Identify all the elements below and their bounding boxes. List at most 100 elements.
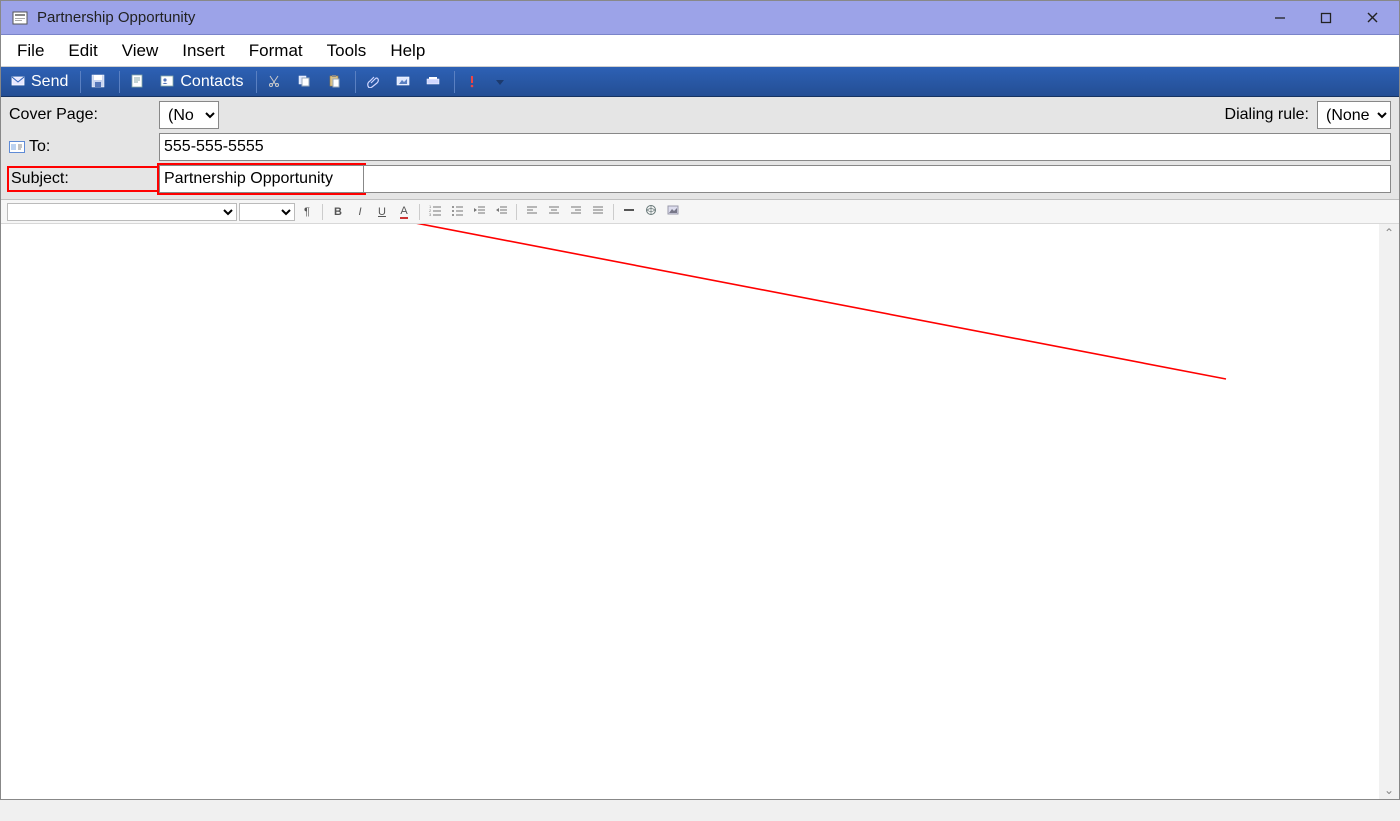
align-right-button[interactable] (566, 203, 586, 221)
fmt-separator (613, 204, 614, 220)
insert-link-button[interactable] (641, 203, 661, 221)
number-list-icon: 123 (429, 204, 441, 219)
font-family-select[interactable] (7, 203, 237, 221)
indent-icon (495, 204, 507, 219)
send-button[interactable]: Send (5, 69, 74, 95)
compose-fax-window: Partnership Opportunity File Edit View I… (0, 0, 1400, 800)
to-field[interactable] (159, 133, 1391, 161)
italic-icon: I (358, 206, 361, 218)
send-icon (11, 74, 27, 90)
font-para-button[interactable]: ¶ (297, 203, 317, 221)
bullet-list-icon (451, 204, 463, 219)
bullet-list-button[interactable] (447, 203, 467, 221)
paragraph-icon: ¶ (304, 206, 310, 218)
fmt-separator (516, 204, 517, 220)
dialing-rule-select[interactable]: (None (1317, 101, 1391, 129)
menu-edit[interactable]: Edit (56, 37, 109, 65)
app-icon (9, 7, 31, 29)
cover-page-select[interactable]: (No (159, 101, 219, 129)
insert-hr-button[interactable] (619, 203, 639, 221)
bold-icon: B (334, 206, 342, 218)
outdent-icon (473, 204, 485, 219)
main-toolbar: Send Contacts (1, 67, 1399, 97)
cut-icon (267, 74, 283, 90)
to-label: To: (9, 138, 159, 156)
message-body-area: ⌃ ⌄ (1, 224, 1399, 799)
minimize-button[interactable] (1257, 2, 1303, 34)
align-center-button[interactable] (544, 203, 564, 221)
page-icon (130, 74, 146, 90)
svg-text:3: 3 (429, 212, 432, 216)
hr-icon (623, 204, 635, 219)
title-bar: Partnership Opportunity (1, 1, 1399, 35)
toolbar-separator (256, 71, 257, 93)
align-left-icon (526, 204, 538, 219)
subject-field[interactable] (159, 165, 364, 193)
subject-field-extension[interactable] (364, 165, 1391, 193)
toolbar-dropdown-button[interactable] (489, 69, 517, 95)
align-center-icon (548, 204, 560, 219)
italic-button[interactable]: I (350, 203, 370, 221)
picture-icon (396, 74, 412, 90)
number-list-button[interactable]: 123 (425, 203, 445, 221)
link-icon (645, 204, 657, 219)
menu-format[interactable]: Format (237, 37, 315, 65)
message-body[interactable] (9, 228, 1377, 791)
priority-icon (465, 74, 481, 90)
align-right-icon (570, 204, 582, 219)
contacts-button[interactable]: Contacts (154, 69, 249, 95)
close-button[interactable] (1349, 2, 1395, 34)
contacts-icon (160, 74, 176, 90)
menu-bar: File Edit View Insert Format Tools Help (1, 35, 1399, 67)
menu-help[interactable]: Help (378, 37, 437, 65)
bold-button[interactable]: B (328, 203, 348, 221)
dialing-rule-label: Dialing rule: (1225, 106, 1309, 124)
vertical-scrollbar[interactable]: ⌃ ⌄ (1379, 224, 1399, 799)
underline-icon: U (378, 206, 386, 218)
formatting-toolbar: ¶ B I U A 123 (1, 200, 1399, 224)
fmt-separator (419, 204, 420, 220)
font-size-select[interactable] (239, 203, 295, 221)
subject-label: Subject: (9, 168, 159, 190)
maximize-button[interactable] (1303, 2, 1349, 34)
chevron-down-icon (495, 74, 511, 90)
align-left-button[interactable] (522, 203, 542, 221)
menu-file[interactable]: File (5, 37, 56, 65)
insert-image-button[interactable] (663, 203, 683, 221)
menu-tools[interactable]: Tools (315, 37, 379, 65)
header-fields: Cover Page: (No Dialing rule: (None To: … (1, 97, 1399, 200)
font-color-button[interactable]: A (394, 203, 414, 221)
menu-view[interactable]: View (110, 37, 171, 65)
fmt-separator (322, 204, 323, 220)
attach-button[interactable] (360, 69, 388, 95)
paste-icon (327, 74, 343, 90)
save-icon (91, 74, 107, 90)
scroll-down-arrow[interactable]: ⌄ (1380, 781, 1398, 799)
send-label: Send (31, 73, 68, 91)
menu-insert[interactable]: Insert (170, 37, 237, 65)
paste-button[interactable] (321, 69, 349, 95)
save-button[interactable] (85, 69, 113, 95)
cut-button[interactable] (261, 69, 289, 95)
window-title: Partnership Opportunity (37, 9, 1257, 26)
copy-icon (297, 74, 313, 90)
toolbar-separator (454, 71, 455, 93)
preview-button[interactable] (124, 69, 152, 95)
scan-button[interactable] (420, 69, 448, 95)
indent-button[interactable] (491, 203, 511, 221)
toolbar-separator (80, 71, 81, 93)
underline-button[interactable]: U (372, 203, 392, 221)
copy-button[interactable] (291, 69, 319, 95)
image-icon (667, 204, 679, 219)
address-card-icon (9, 140, 25, 154)
scroll-up-arrow[interactable]: ⌃ (1380, 224, 1398, 242)
priority-button[interactable] (459, 69, 487, 95)
toolbar-separator (355, 71, 356, 93)
align-justify-button[interactable] (588, 203, 608, 221)
paperclip-icon (366, 74, 382, 90)
align-justify-icon (592, 204, 604, 219)
font-color-icon: A (400, 205, 407, 219)
outdent-button[interactable] (469, 203, 489, 221)
insert-picture-button[interactable] (390, 69, 418, 95)
scanner-icon (426, 74, 442, 90)
